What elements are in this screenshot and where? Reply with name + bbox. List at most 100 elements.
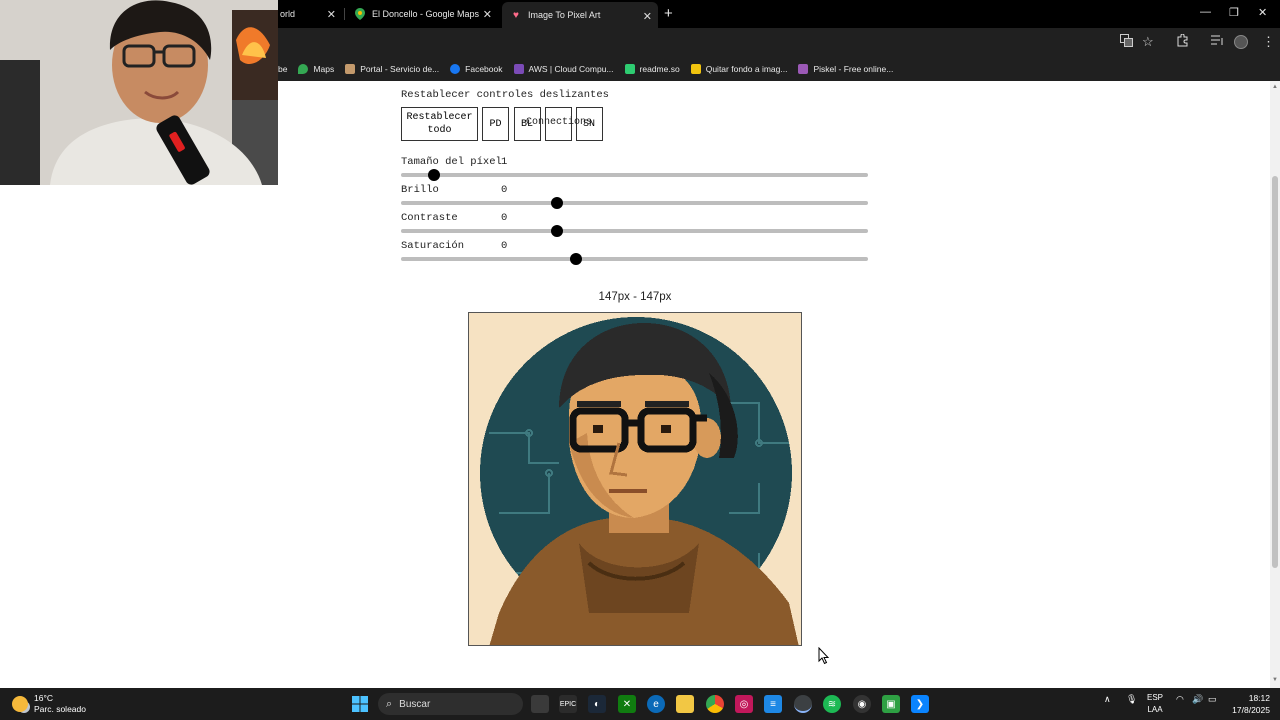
profile-avatar[interactable]	[1234, 35, 1248, 52]
slider-track[interactable]	[401, 173, 868, 177]
bookmark-portal[interactable]: Portal - Servicio de...	[345, 63, 440, 74]
more-menu-icon[interactable]: ⋮	[1262, 34, 1275, 50]
file-explorer-icon[interactable]	[676, 695, 694, 713]
tab-title: orld	[280, 9, 296, 19]
slider-label: Saturación	[401, 240, 465, 252]
volume-icon[interactable]: 🔊	[1192, 694, 1203, 705]
chrome-active-icon[interactable]	[794, 695, 812, 713]
xbox-icon[interactable]: ✕	[618, 695, 636, 713]
weather-description: Parc. soleado	[34, 704, 86, 714]
new-tab-icon[interactable]: +	[664, 5, 673, 22]
bookmark-label: Maps	[313, 63, 335, 74]
edge-icon[interactable]: e	[647, 695, 665, 713]
scroll-down-icon[interactable]: ▼	[1272, 677, 1278, 683]
keyboard-layout: LAA	[1147, 705, 1163, 714]
tab-world[interactable]: orld ✕	[272, 0, 342, 28]
taskbar-search[interactable]: ⌕ Buscar	[378, 693, 523, 715]
translate-icon[interactable]	[1120, 34, 1133, 50]
extensions-icon[interactable]	[1176, 33, 1189, 50]
bookmark-facebook[interactable]: Facebook	[450, 63, 503, 74]
vscode-icon[interactable]: ❯	[911, 695, 929, 713]
system-clock[interactable]: 18:12 17/8/2025	[1222, 692, 1270, 716]
clock-date: 17/8/2025	[1232, 705, 1270, 715]
slider-value: 0	[501, 212, 508, 224]
epic-games-icon[interactable]: EPIC	[559, 695, 577, 713]
maps-pin-icon	[354, 8, 366, 20]
slider-value: 0	[501, 184, 508, 196]
reset-all-button[interactable]: Restablecer todo	[401, 107, 478, 141]
slider-label: Tamaño del píxel	[401, 156, 502, 168]
aws-cube-icon	[513, 63, 524, 74]
mouse-cursor-icon	[818, 647, 830, 665]
bookmark-aws[interactable]: AWS | Cloud Compu...	[513, 63, 614, 74]
pd-button[interactable]: PD	[482, 107, 509, 141]
bookmark-readme[interactable]: readme.so	[624, 63, 680, 74]
facebook-icon	[450, 63, 461, 74]
output-dimensions: 147px - 147px	[0, 291, 1270, 303]
clock-time: 18:12	[1248, 693, 1270, 703]
readme-icon	[624, 63, 635, 74]
scroll-up-icon[interactable]: ▲	[1272, 84, 1278, 90]
tab-google-maps[interactable]: El Doncello - Google Maps ✕	[346, 0, 498, 28]
show-hidden-icons-icon[interactable]: ∧	[1104, 694, 1111, 705]
window-close-icon[interactable]: ✕	[1258, 6, 1267, 19]
portal-icon	[345, 63, 356, 74]
page-scrollbar[interactable]: ▲ ▼	[1270, 81, 1280, 688]
slider-thumb[interactable]	[551, 197, 564, 209]
remove-bg-icon	[690, 63, 701, 74]
close-icon[interactable]: ✕	[483, 8, 492, 21]
slider-thumb[interactable]	[551, 225, 564, 237]
input-language[interactable]: ESP LAA	[1147, 692, 1163, 716]
weather-widget[interactable]: 16°C Parc. soleado	[12, 693, 86, 715]
slider-thumb[interactable]	[427, 169, 440, 181]
dimensions-text: 147px - 147px	[598, 291, 672, 303]
media-control-icon[interactable]	[1211, 34, 1224, 49]
bookmark-quitar-fondo[interactable]: Quitar fondo a imag...	[690, 63, 788, 74]
obs-icon[interactable]: ◉	[853, 695, 871, 713]
bookmark-youtube[interactable]: be	[278, 64, 287, 74]
slider-track[interactable]	[401, 257, 868, 261]
reset-sliders-label: Restablecer controles deslizantes	[401, 89, 609, 101]
bookmark-label: be	[278, 63, 288, 74]
close-icon[interactable]: ✕	[643, 10, 652, 23]
tab-separator	[344, 8, 345, 20]
steam-icon[interactable]: ◐	[588, 695, 606, 713]
bookmark-label: readme.so	[639, 63, 680, 74]
bookmark-maps[interactable]: Maps	[298, 63, 335, 74]
minimize-icon[interactable]: —	[1200, 6, 1211, 18]
tab-title: El Doncello - Google Maps	[372, 9, 480, 19]
slider-value: 1	[501, 156, 508, 168]
pixel-art-preview	[468, 312, 802, 646]
weather-temperature: 16°C	[34, 693, 53, 703]
chrome-icon[interactable]	[706, 695, 724, 713]
close-icon[interactable]: ✕	[327, 8, 336, 21]
heart-icon: ♥	[513, 9, 519, 21]
tab-title: Image To Pixel Art	[528, 10, 601, 20]
star-icon[interactable]: ☆	[1142, 34, 1154, 50]
bookmark-label: Piskel - Free online...	[813, 63, 894, 74]
slider-label: Brillo	[401, 184, 439, 196]
task-view-icon[interactable]	[531, 695, 549, 713]
spotify-icon[interactable]: ≋	[823, 695, 841, 713]
search-placeholder: Buscar	[399, 698, 431, 710]
restore-icon[interactable]: ❐	[1229, 6, 1239, 19]
slider-track[interactable]	[401, 229, 868, 233]
bookmark-piskel[interactable]: Piskel - Free online...	[798, 63, 894, 74]
slider-thumb[interactable]	[570, 253, 583, 265]
instagram-icon[interactable]: ◎	[735, 695, 753, 713]
bookmark-label: Portal - Servicio de...	[360, 63, 440, 74]
language-code: ESP	[1147, 693, 1164, 702]
battery-icon[interactable]: ▭	[1208, 694, 1217, 705]
slider-track[interactable]	[401, 201, 868, 205]
bookmark-label: AWS | Cloud Compu...	[528, 63, 614, 74]
notepad-icon[interactable]: ≡	[764, 695, 782, 713]
microphone-icon[interactable]: 🎙	[1126, 694, 1137, 705]
wifi-icon[interactable]: ◠	[1176, 694, 1184, 705]
webcam-overlay	[0, 0, 278, 185]
windows-start-icon[interactable]	[351, 695, 369, 713]
tab-image-to-pixel-art[interactable]: ♥ Image To Pixel Art ✕	[502, 2, 658, 28]
monitor-app-icon[interactable]: ▣	[882, 695, 900, 713]
scrollbar-thumb[interactable]	[1272, 176, 1278, 568]
windows-taskbar: 16°C Parc. soleado ⌕ Buscar EPIC ◐ ✕ e ◎…	[0, 688, 1280, 720]
bookmark-label: Quitar fondo a imag...	[705, 63, 788, 74]
